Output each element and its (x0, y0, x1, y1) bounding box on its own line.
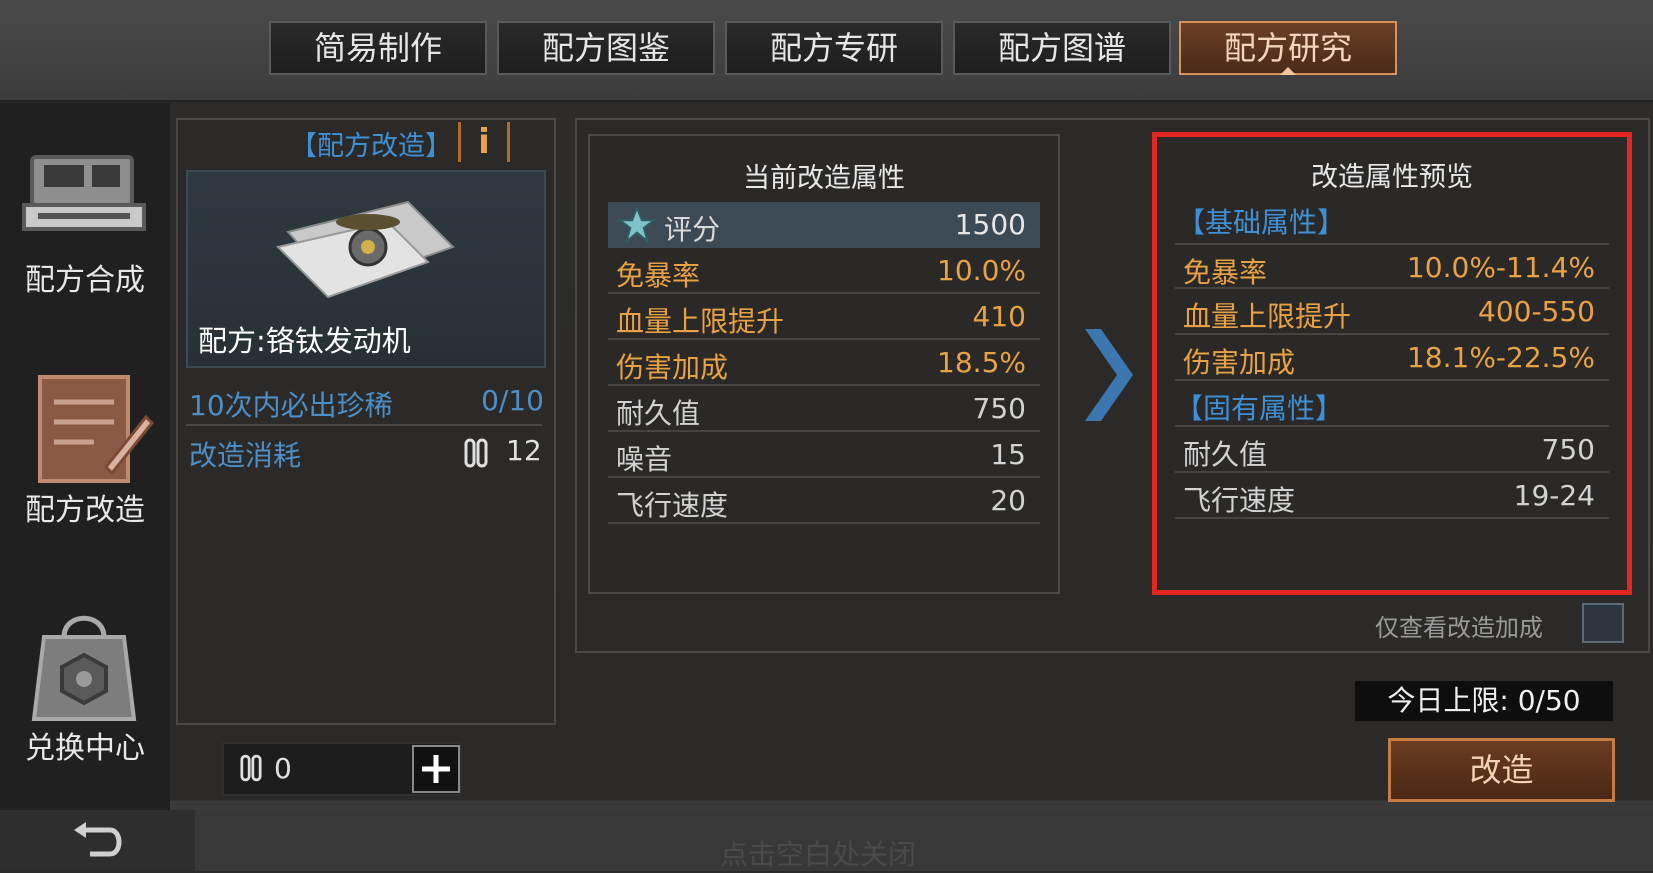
stat-value: 1500 (954, 208, 1026, 241)
stat-label: 噪音 (616, 443, 673, 476)
recipe-name: 配方:铬钛发动机 (198, 324, 411, 358)
test-tube-icon (464, 438, 488, 468)
cost-label: 改造消耗 (189, 439, 302, 472)
stat-row-score: 评分 1500 (608, 202, 1040, 248)
stat-label: 耐久值 (616, 397, 701, 430)
stat-row: 飞行速度 20 (608, 478, 1040, 524)
add-material-button[interactable] (412, 745, 460, 793)
back-button[interactable] (0, 810, 195, 871)
section-title: 【配方改造】 (290, 131, 452, 162)
engine-blueprint-icon (276, 200, 455, 299)
star-rating-icon (618, 206, 656, 244)
tab-recipe-guide[interactable]: 配方图鉴 (497, 21, 715, 75)
close-hint[interactable]: 点击空白处关闭 (720, 833, 916, 873)
base-attributes-label: 【基础属性】 (1177, 206, 1346, 239)
plus-icon (422, 755, 450, 783)
tab-simple-craft[interactable]: 简易制作 (269, 21, 487, 75)
preview-row: 飞行速度 19-24 (1175, 473, 1609, 519)
stat-value: 18.1%-22.5% (1406, 341, 1595, 374)
divider (186, 424, 542, 426)
fixed-attributes-label: 【固有属性】 (1175, 392, 1344, 425)
modify-button[interactable]: 改造 (1388, 738, 1615, 802)
sidebar-item-label: 配方合成 (25, 263, 145, 298)
stat-value: 400-550 (1478, 295, 1595, 328)
back-arrow-icon (74, 822, 122, 857)
tab-recipe-study[interactable]: 配方专研 (725, 21, 943, 75)
preview-row: 血量上限提升 400-550 (1175, 289, 1609, 335)
daily-limit: 今日上限: 0/50 (1355, 681, 1613, 721)
stat-label: 评分 (664, 213, 721, 246)
blueprint-edit-icon (38, 375, 154, 483)
sidebar-item-label: 兑换中心 (25, 731, 145, 766)
stat-label: 伤害加成 (616, 351, 729, 384)
stat-row: 血量上限提升 410 (608, 294, 1040, 340)
attribute-preview-panel: 改造属性预览 【基础属性】 免暴率 10.0%-11.4% 血量上限提升 400-5… (1152, 132, 1632, 595)
stat-label: 伤害加成 (1183, 346, 1296, 379)
stat-label: 血量上限提升 (616, 305, 785, 338)
info-icon[interactable]: i (458, 122, 510, 162)
stat-value: 10.0% (937, 254, 1026, 287)
cost-value: 12 (506, 434, 542, 467)
recipe-card[interactable]: 配方:铬钛发动机 (186, 170, 546, 368)
test-tube-icon (240, 754, 262, 782)
preview-row: 免暴率 10.0%-11.4% (1175, 243, 1609, 289)
stat-label: 血量上限提升 (1183, 300, 1352, 333)
filter-label: 仅查看改造加成 (1375, 614, 1543, 642)
preview-row: 伤害加成 18.1%-22.5% (1175, 335, 1609, 381)
stat-label: 飞行速度 (616, 489, 729, 522)
material-count: 0 (274, 752, 292, 785)
stat-row: 免暴率 10.0% (608, 248, 1040, 294)
guarantee-value: 0/10 (481, 384, 544, 417)
stat-row: 噪音 15 (608, 432, 1040, 478)
preview-title: 改造属性预览 (1311, 162, 1473, 193)
chevron-right-icon (1085, 329, 1133, 421)
guarantee-label: 10次内必出珍稀 (189, 389, 393, 422)
stat-label: 飞行速度 (1183, 484, 1296, 517)
sidebar-item-recipe-synthesis[interactable]: 配方合成 (0, 103, 170, 333)
tab-recipe-atlas[interactable]: 配方图谱 (953, 21, 1171, 75)
stat-value: 410 (972, 300, 1026, 333)
stat-row: 耐久值 750 (608, 386, 1040, 432)
stat-value: 750 (972, 392, 1026, 425)
stat-value: 19-24 (1513, 479, 1595, 512)
sidebar-item-recipe-modify[interactable]: 配方改造 (0, 343, 170, 573)
fixed-attributes-header: 【固有属性】 (1175, 381, 1609, 427)
tab-recipe-research[interactable]: 配方研究 (1179, 21, 1397, 75)
stat-value: 750 (1541, 433, 1595, 466)
current-attributes-title: 当前改造属性 (743, 163, 905, 194)
sidebar-item-label: 配方改造 (25, 493, 145, 528)
shopping-bag-icon (31, 615, 137, 721)
printer-icon (22, 155, 146, 231)
current-attributes: 当前改造属性 评分 1500 免暴率 10.0% 血量上限提升 410 伤害加成 18… (588, 134, 1060, 594)
stat-label: 耐久值 (1183, 438, 1268, 471)
stat-value: 10.0%-11.4% (1406, 251, 1595, 284)
left-sidebar: 配方合成 配方改造 兑换中心 (0, 103, 170, 810)
stat-value: 20 (990, 484, 1026, 517)
stat-label: 免暴率 (616, 259, 701, 292)
preview-row: 耐久值 750 (1175, 427, 1609, 473)
stat-row: 伤害加成 18.5% (608, 340, 1040, 386)
modified-only-checkbox[interactable] (1582, 603, 1624, 643)
stat-value: 15 (990, 438, 1026, 471)
sidebar-item-exchange-center[interactable]: 兑换中心 (0, 583, 170, 813)
stat-value: 18.5% (937, 346, 1026, 379)
stat-label: 免暴率 (1183, 256, 1268, 289)
